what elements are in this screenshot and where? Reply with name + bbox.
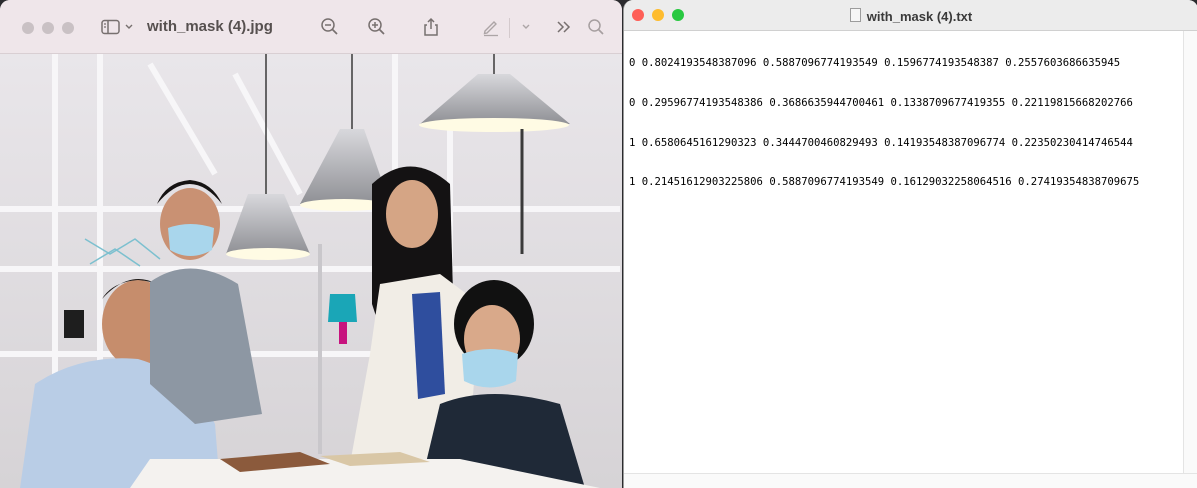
document-title: with_mask (4).txt xyxy=(866,9,973,24)
horizontal-scrollbar[interactable] xyxy=(624,473,1197,488)
share-icon xyxy=(424,17,438,36)
image-canvas xyxy=(0,54,622,488)
more-icon xyxy=(557,21,571,33)
zoom-out-button[interactable] xyxy=(318,14,342,40)
markup-menu-button[interactable] xyxy=(517,14,535,40)
preview-window: with_mask (4).jpg xyxy=(0,0,622,488)
close-button[interactable] xyxy=(22,22,34,34)
more-tools-button[interactable] xyxy=(554,14,574,40)
markup-icon xyxy=(483,21,498,37)
search-icon xyxy=(588,19,604,35)
search-button[interactable] xyxy=(585,14,607,40)
zoom-in-button[interactable] xyxy=(365,14,389,40)
text-line: 0 0.29596774193548386 0.3686635944700461… xyxy=(629,97,1133,110)
vertical-scrollbar[interactable] xyxy=(1183,31,1197,474)
zoom-in-icon xyxy=(368,18,385,35)
text-line: 1 0.6580645161290323 0.3444700460829493 … xyxy=(629,136,1133,149)
document-title: with_mask (4).jpg xyxy=(147,18,273,35)
text-line: 1 0.21451612903225806 0.5887096774193549… xyxy=(629,176,1140,189)
text-editor-area[interactable]: 0 0.8024193548387096 0.5887096774193549 … xyxy=(629,31,1182,474)
chevron-down-icon xyxy=(522,24,530,29)
markup-button[interactable] xyxy=(480,14,502,40)
document-icon xyxy=(849,8,861,22)
toolbar-divider xyxy=(509,18,510,38)
textedit-titlebar: with_mask (4).txt xyxy=(624,0,1197,31)
text-line: 0 0.8024193548387096 0.5887096774193549 … xyxy=(629,57,1121,70)
sidebar-toggle-button[interactable] xyxy=(100,14,134,40)
office-photo xyxy=(0,54,622,488)
textedit-window: with_mask (4).txt 0 0.8024193548387096 0… xyxy=(623,0,1197,488)
preview-toolbar: with_mask (4).jpg xyxy=(0,0,622,54)
share-button[interactable] xyxy=(420,14,442,40)
zoom-button[interactable] xyxy=(62,22,74,34)
chevron-down-icon xyxy=(125,24,132,29)
zoom-out-icon xyxy=(321,18,338,35)
sidebar-icon xyxy=(100,19,120,35)
document-title-row: with_mask (4).txt xyxy=(624,8,1197,24)
minimize-button[interactable] xyxy=(42,22,54,34)
